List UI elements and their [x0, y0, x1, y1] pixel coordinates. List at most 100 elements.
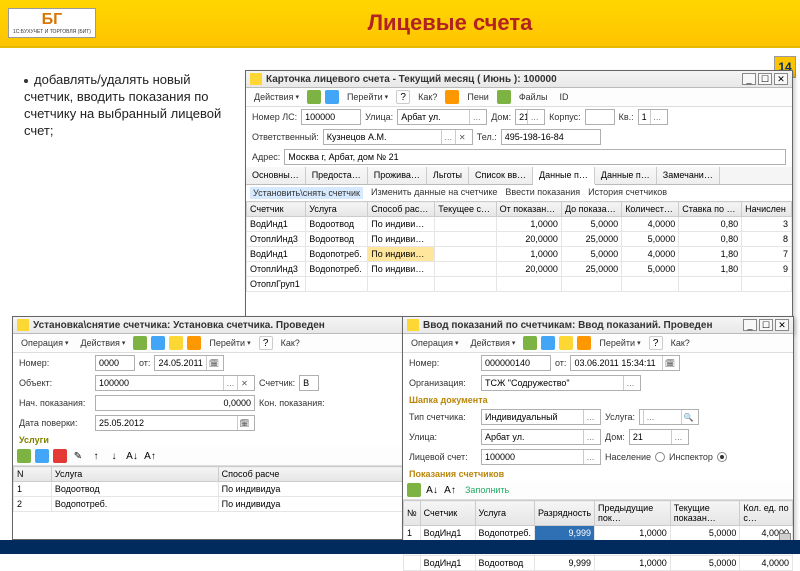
tab-4[interactable]: Список вв…: [469, 167, 533, 184]
field-flat[interactable]: 1…: [638, 109, 668, 125]
operation-menu[interactable]: Операция▾: [17, 337, 72, 349]
field-street[interactable]: Арбат ул.…: [397, 109, 487, 125]
calendar-icon[interactable]: 🗓: [662, 356, 676, 370]
close-button[interactable]: ✕: [774, 73, 788, 85]
fill-button[interactable]: Заполнить: [461, 484, 513, 496]
col-header[interactable]: Кол. ед. по с…: [740, 501, 793, 526]
field-object[interactable]: 100000…✕: [95, 375, 255, 391]
field-resp[interactable]: Кузнецов А.М.…✕: [323, 129, 473, 145]
subtab-1[interactable]: Изменить данные на счетчике: [371, 187, 497, 199]
lookup-icon[interactable]: …: [583, 450, 597, 464]
field-house[interactable]: 21…: [515, 109, 545, 125]
close-button[interactable]: ✕: [775, 319, 789, 331]
col-header[interactable]: От показан…: [496, 202, 561, 217]
how-button[interactable]: Как?: [414, 91, 441, 103]
lookup-icon[interactable]: …: [623, 376, 637, 390]
col-header[interactable]: Счетчик: [247, 202, 306, 217]
maximize-button[interactable]: ☐: [758, 73, 772, 85]
field-ls[interactable]: 100000…: [481, 449, 601, 465]
sort-desc-icon[interactable]: A↑: [443, 483, 457, 497]
print-icon[interactable]: [169, 336, 183, 350]
table-row[interactable]: 1ВодИнд1Водопотреб.9,9991,00005,00004,00…: [404, 526, 793, 541]
sort-asc-icon[interactable]: A↓: [125, 449, 139, 463]
tab-1[interactable]: Предоста…: [306, 167, 368, 184]
tab-2[interactable]: Прожива…: [368, 167, 427, 184]
tab-7[interactable]: Замечани…: [657, 167, 720, 184]
table-row[interactable]: ВодИнд1ВодоотводПо индиви…1,00005,00004,…: [247, 217, 792, 232]
col-header[interactable]: Количест…: [622, 202, 679, 217]
sort-asc-icon[interactable]: A↓: [425, 483, 439, 497]
id-button[interactable]: ID: [555, 91, 572, 103]
open-icon[interactable]: 🔍: [681, 410, 695, 424]
copy-row-icon[interactable]: [35, 449, 49, 463]
edit-row-icon[interactable]: ✎: [71, 449, 85, 463]
how-button[interactable]: Как?: [667, 337, 694, 349]
how-button[interactable]: Как?: [277, 337, 304, 349]
radio-inspector[interactable]: [717, 452, 727, 462]
table-row[interactable]: ОтоплИнд3Водопотреб.По индиви…20,000025,…: [247, 262, 792, 277]
calendar-icon[interactable]: 🗓: [206, 356, 220, 370]
actions-menu[interactable]: Действия▾: [250, 91, 303, 103]
report-icon[interactable]: [187, 336, 201, 350]
subtab-0[interactable]: Установить\снять счетчик: [250, 187, 363, 199]
maximize-button[interactable]: ☐: [759, 319, 773, 331]
field-datetime[interactable]: 03.06.2011 15:34:11🗓: [570, 355, 680, 371]
col-header[interactable]: N: [14, 467, 52, 482]
lookup-icon[interactable]: …: [469, 110, 483, 124]
delete-row-icon[interactable]: [53, 449, 67, 463]
col-header[interactable]: Текущее с…: [435, 202, 496, 217]
help-icon[interactable]: ?: [649, 336, 663, 350]
field-addr[interactable]: Москва г, Арбат, дом № 21: [284, 149, 786, 165]
actions-menu[interactable]: Действия▾: [76, 337, 129, 349]
radio-population[interactable]: [655, 452, 665, 462]
field-type[interactable]: Индивидуальный…: [481, 409, 601, 425]
tab-0[interactable]: Основны…: [246, 167, 306, 184]
report-icon[interactable]: [577, 336, 591, 350]
peni-button[interactable]: Пени: [463, 91, 492, 103]
lookup-icon[interactable]: …: [643, 410, 657, 424]
operation-menu[interactable]: Операция▾: [407, 337, 462, 349]
col-header[interactable]: Способ расче: [218, 467, 402, 482]
col-header[interactable]: Разрядность: [534, 501, 594, 526]
move-down-icon[interactable]: ↓: [107, 449, 121, 463]
field-service[interactable]: …🔍: [639, 409, 699, 425]
field-tel[interactable]: 495-198-16-84: [501, 129, 601, 145]
post-icon[interactable]: [523, 336, 537, 350]
titlebar[interactable]: Ввод показаний по счетчикам: Ввод показа…: [403, 317, 793, 334]
add-row-icon[interactable]: [17, 449, 31, 463]
table-row[interactable]: ОтоплИнд3ВодоотводПо индиви…20,000025,00…: [247, 232, 792, 247]
sort-desc-icon[interactable]: A↑: [143, 449, 157, 463]
subtab-3[interactable]: История счетчиков: [588, 187, 667, 199]
save-icon[interactable]: [307, 90, 321, 104]
chart-icon[interactable]: [445, 90, 459, 104]
lookup-icon[interactable]: …: [527, 110, 541, 124]
files-button[interactable]: Файлы: [515, 91, 552, 103]
col-header[interactable]: №: [404, 501, 421, 526]
field-number[interactable]: 000000140: [481, 355, 551, 371]
field-street[interactable]: Арбат ул.…: [481, 429, 601, 445]
table-row[interactable]: ВодИнд1Водопотреб.По индиви…1,00005,0000…: [247, 247, 792, 262]
readings-grid[interactable]: №СчетчикУслугаРазрядностьПредыдущие пок……: [403, 500, 793, 571]
table-row[interactable]: 2Водопотреб.По индивидуа: [14, 497, 403, 512]
field-from-date[interactable]: 24.05.2011🗓: [154, 355, 224, 371]
table-row[interactable]: ОтоплГруп1: [247, 277, 792, 292]
field-start-reading[interactable]: 0,0000: [95, 395, 255, 411]
help-icon[interactable]: ?: [396, 90, 410, 104]
tab-5[interactable]: Данные п…: [533, 167, 595, 185]
save-icon[interactable]: [151, 336, 165, 350]
refresh-icon[interactable]: [325, 90, 339, 104]
col-header[interactable]: Услуга: [51, 467, 218, 482]
col-header[interactable]: Услуга: [306, 202, 368, 217]
field-house[interactable]: 21…: [629, 429, 689, 445]
lookup-icon[interactable]: …: [650, 110, 664, 124]
col-header[interactable]: Ставка по …: [679, 202, 742, 217]
calendar-icon[interactable]: 🗓: [237, 416, 251, 430]
field-check-date[interactable]: 25.05.2012🗓: [95, 415, 255, 431]
col-header[interactable]: Предыдущие пок…: [595, 501, 671, 526]
post-icon[interactable]: [133, 336, 147, 350]
minimize-button[interactable]: _: [743, 319, 757, 331]
titlebar[interactable]: Карточка лицевого счета - Текущий месяц …: [246, 71, 792, 88]
col-header[interactable]: Текущие показан…: [670, 501, 740, 526]
field-org[interactable]: ТСЖ "Содружество"…: [481, 375, 641, 391]
goto-menu[interactable]: Перейти▾: [343, 91, 392, 103]
